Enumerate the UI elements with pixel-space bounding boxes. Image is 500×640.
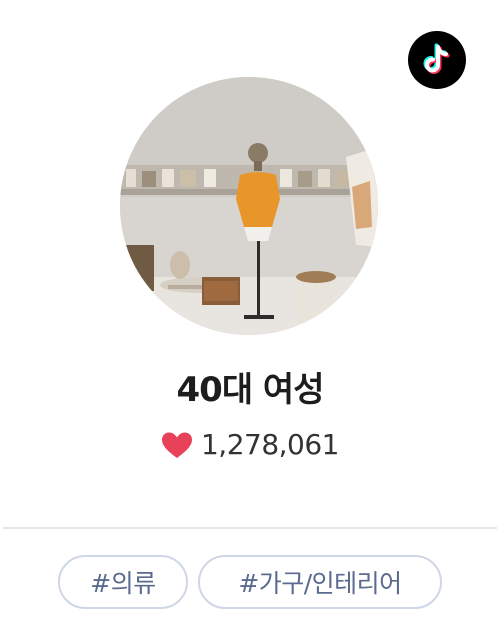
profile-card[interactable]: 40대 여성 1,278,061 #의류 #가구/인테리어 (0, 0, 500, 640)
profile-name: 40대 여성 (176, 370, 325, 410)
likes-row: 1,278,061 (0, 428, 500, 461)
divider (3, 527, 497, 529)
heart-icon (161, 432, 192, 458)
tag-clothing[interactable]: #의류 (58, 555, 188, 609)
tag-furniture-interior[interactable]: #가구/인테리어 (198, 555, 442, 609)
tag-list: #의류 #가구/인테리어 (0, 555, 500, 613)
likes-count: 1,278,061 (200, 428, 340, 461)
avatar (120, 77, 378, 335)
tiktok-icon (408, 31, 466, 89)
